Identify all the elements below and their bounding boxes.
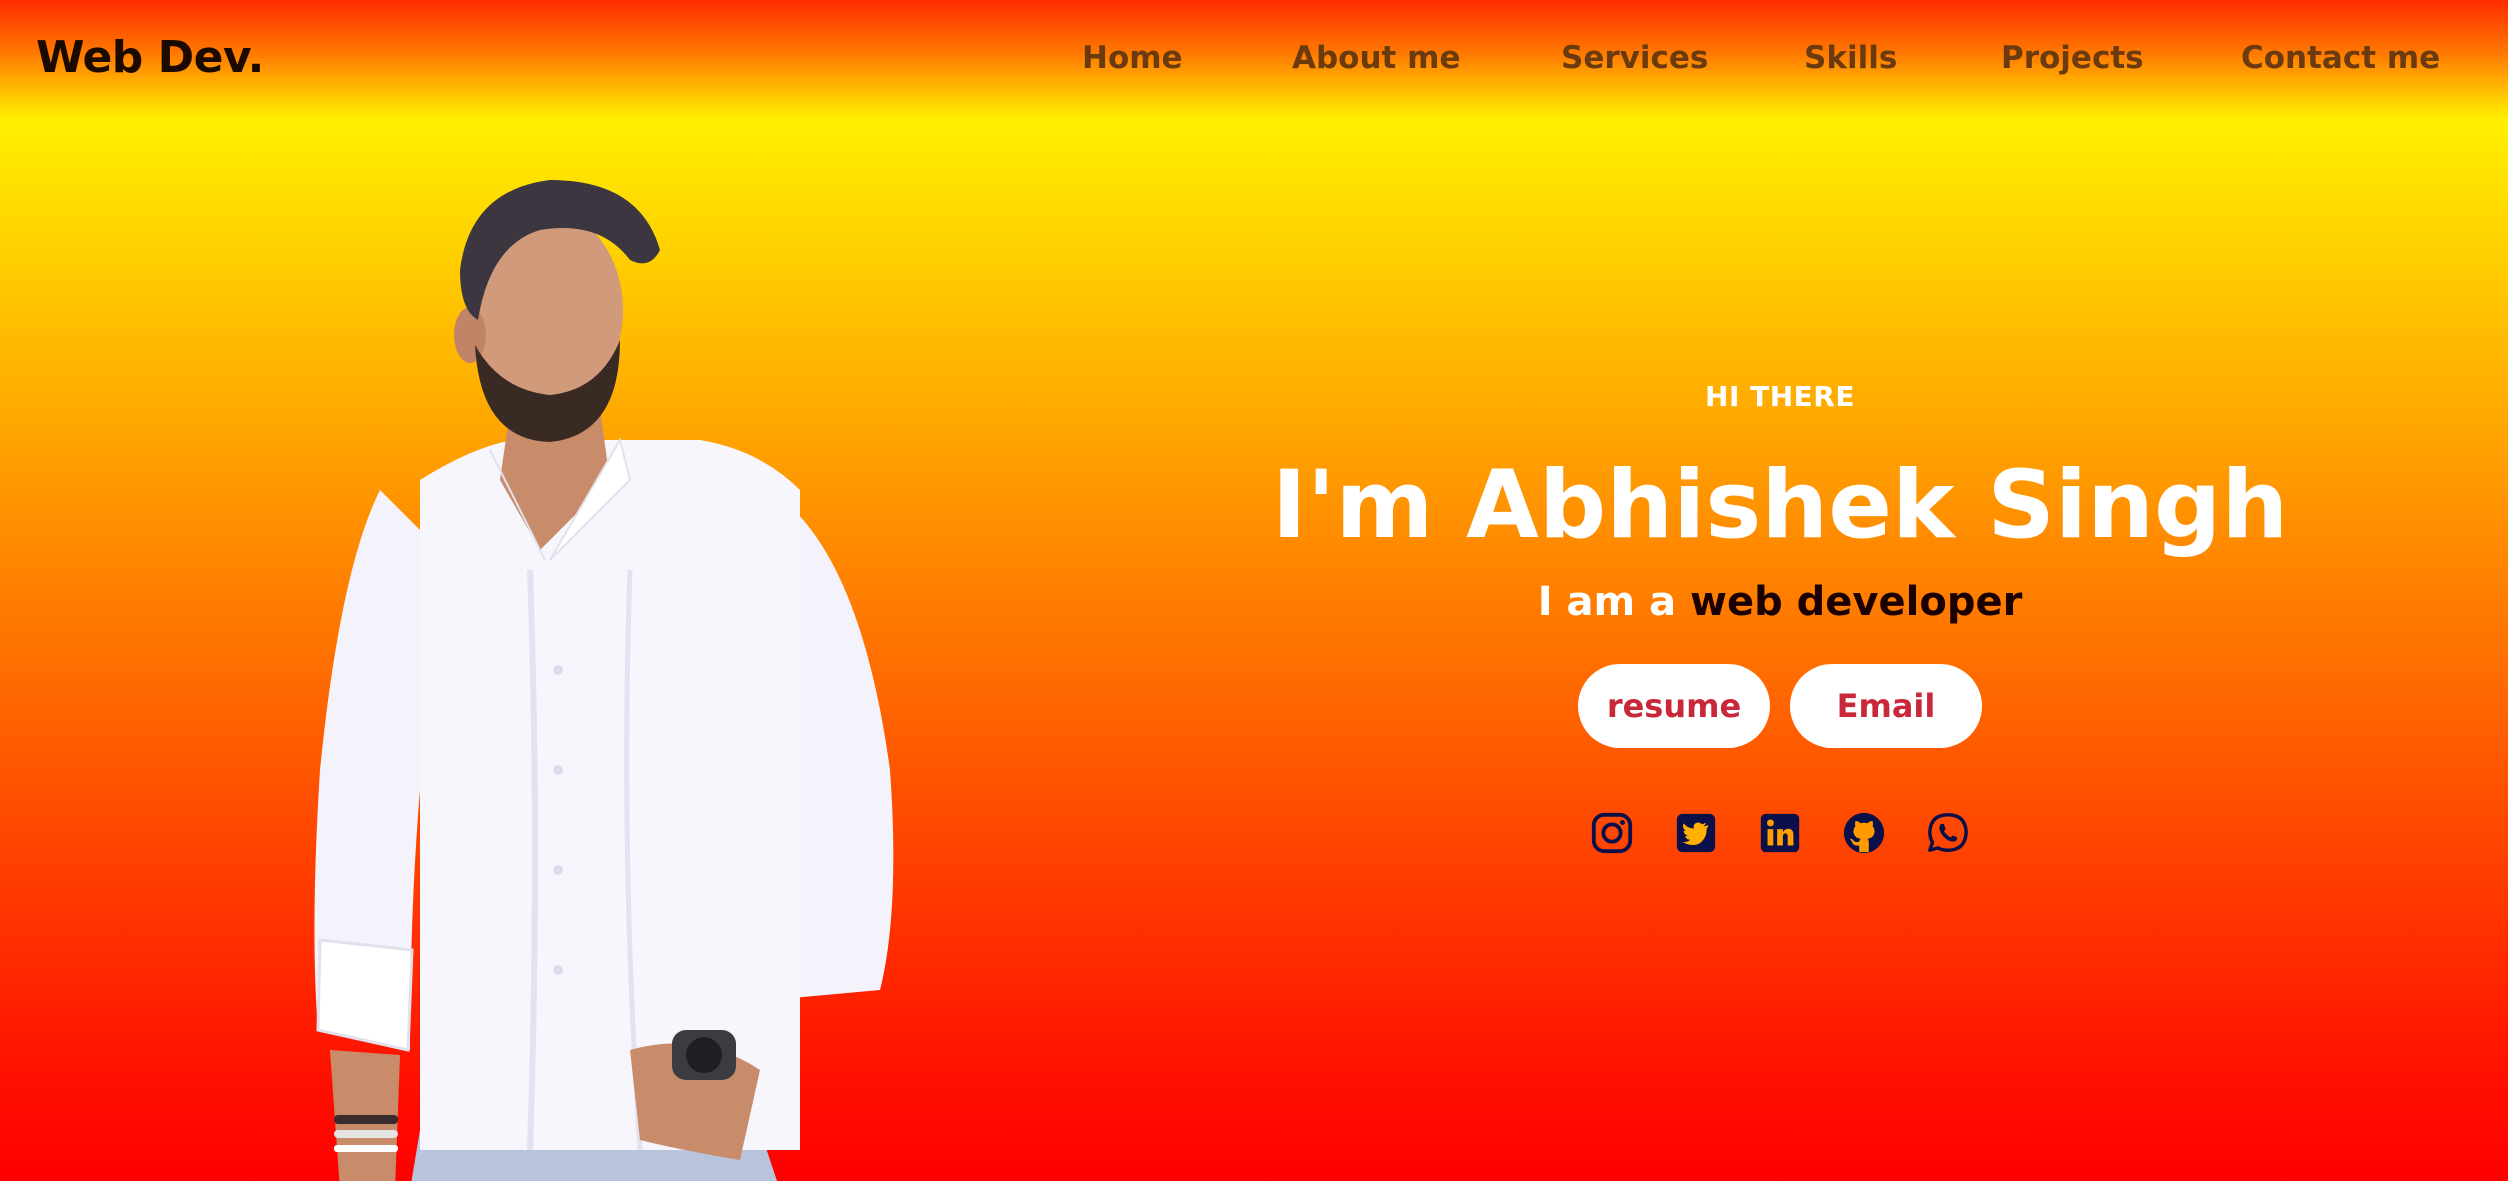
tagline: I am a web developer <box>1180 578 2380 626</box>
tagline-role: web developer <box>1690 578 2023 625</box>
nav-link-contact-me[interactable]: Contact me <box>2241 40 2440 76</box>
nav-link-services[interactable]: Services <box>1561 40 1708 76</box>
twitter-icon[interactable] <box>1673 810 1719 856</box>
nav-link-skills[interactable]: Skills <box>1804 40 1897 76</box>
instagram-icon[interactable] <box>1589 810 1635 856</box>
profile-photo <box>314 180 894 1181</box>
social-links <box>1180 810 2380 856</box>
nav-link-projects[interactable]: Projects <box>2001 40 2144 76</box>
hero-section: HI THERE I'm Abhishek Singh I am a web d… <box>0 120 2508 1181</box>
whatsapp-icon[interactable] <box>1925 810 1971 856</box>
nav-link-about-me[interactable]: About me <box>1292 40 1461 76</box>
resume-button[interactable]: resume <box>1578 663 1770 748</box>
linkedin-icon[interactable] <box>1757 810 1803 856</box>
nav-links: Home About me Services Skills Projects C… <box>0 0 2508 120</box>
cta-buttons: resume Email <box>1180 663 2380 748</box>
email-button[interactable]: Email <box>1790 663 1982 748</box>
github-icon[interactable] <box>1841 810 1887 856</box>
tagline-prefix: I am a <box>1537 578 1691 625</box>
top-navbar: Web Dev. Home About me Services Skills P… <box>0 0 2508 120</box>
intro-block: HI THERE I'm Abhishek Singh I am a web d… <box>1180 380 2380 856</box>
nav-link-home[interactable]: Home <box>1082 40 1183 76</box>
hero-name-heading: I'm Abhishek Singh <box>1271 451 2289 560</box>
greeting-text: HI THERE <box>1705 380 1855 413</box>
